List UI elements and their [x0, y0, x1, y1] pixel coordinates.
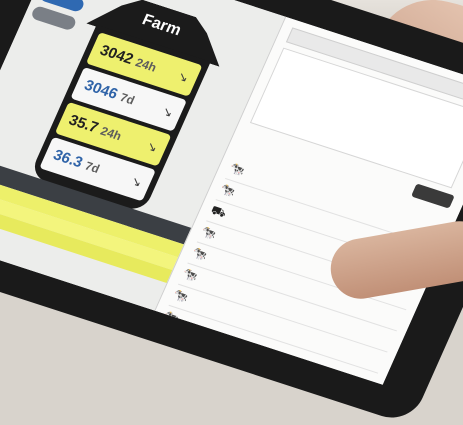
metric-2-value: 3046	[81, 76, 121, 103]
animal-icon: 🐄	[189, 245, 210, 263]
metric-3-value: 35.7	[66, 111, 101, 137]
milk-truck-icon: ⛟	[208, 202, 229, 221]
animal-icon: 🐄	[227, 160, 248, 179]
metric-4-unit: 7d	[82, 158, 102, 176]
tablet-device: ⌂ ✉ ↻ ▤ Farm 3042 24h ↘	[0, 0, 463, 425]
details-box	[249, 47, 463, 189]
animal-icon: 🐄	[199, 223, 220, 242]
trend-icon: ↘	[160, 103, 176, 120]
animal-icon: 🐄	[170, 287, 191, 305]
trend-icon: ↘	[144, 138, 160, 155]
trend-icon: ↘	[175, 69, 191, 86]
metric-3-unit: 24h	[98, 123, 124, 144]
metric-1-value: 3042	[97, 41, 136, 68]
animal-icon: 🐄	[180, 266, 201, 284]
metric-1-unit: 24h	[133, 55, 159, 75]
trend-icon: ↘	[128, 173, 145, 190]
tablet-screen: ⌂ ✉ ↻ ▤ Farm 3042 24h ↘	[0, 0, 463, 385]
animal-icon: 🐄	[161, 308, 182, 326]
side-buttons	[29, 0, 86, 32]
metric-4-value: 36.3	[50, 146, 86, 172]
animal-icon: 🐄	[218, 181, 238, 200]
metric-2-unit: 7d	[117, 90, 137, 108]
